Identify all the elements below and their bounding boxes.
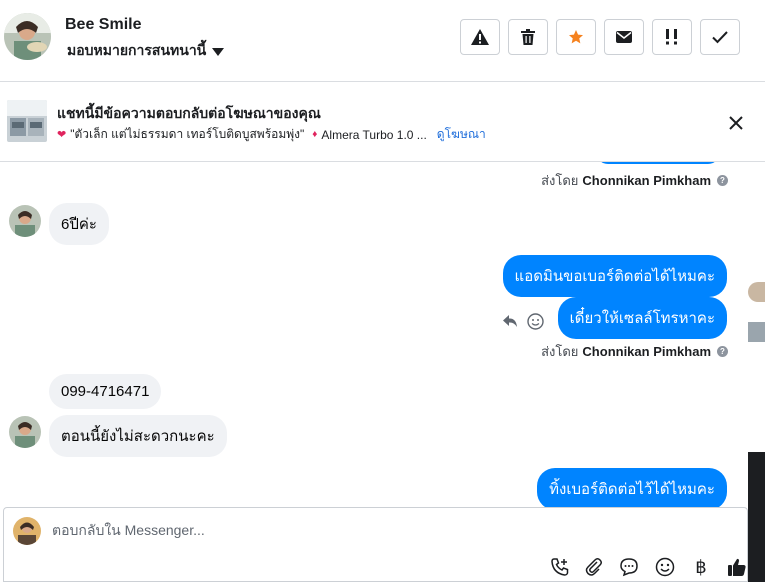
agent-avatar	[13, 517, 41, 545]
ad-quote: "ตัวเล็ก แต่ไม่ธรรมดา เทอร์โบติดบูสพร้อม…	[70, 127, 305, 141]
emoji-picker-icon[interactable]	[653, 555, 677, 579]
reply-icon[interactable]	[502, 314, 518, 333]
add-call-icon[interactable]	[548, 555, 572, 579]
emoji-icon[interactable]	[527, 313, 544, 335]
car-icon: ♦	[312, 129, 318, 140]
assign-label: มอบหมายการสนทนานี้	[67, 42, 207, 58]
ad-thumbnail[interactable]	[7, 100, 47, 142]
contact-avatar-small	[9, 205, 41, 237]
contact-avatar[interactable]	[4, 13, 51, 60]
speech-bubble-icon[interactable]	[617, 555, 641, 579]
info-icon[interactable]: ?	[717, 346, 728, 357]
mark-unread-button[interactable]	[604, 19, 644, 55]
message-composer: ฿	[3, 507, 748, 582]
cut-off-outgoing-bubble	[596, 162, 720, 164]
baht-icon[interactable]: ฿	[689, 555, 713, 579]
thumbs-up-icon[interactable]	[725, 555, 749, 579]
star-icon	[569, 30, 583, 44]
follow-up-button[interactable]	[652, 19, 692, 55]
incoming-message[interactable]: ตอนนี้ยังไม่สะดวกนะคะ	[49, 415, 227, 457]
sent-by-label: ส่งโดย Chonnikan Pimkham ?	[541, 341, 728, 362]
ad-reply-banner: แชทนี้มีข้อความตอบกลับต่อโฆษณาของคุณ ❤ "…	[0, 82, 765, 162]
report-spam-button[interactable]	[460, 19, 500, 55]
envelope-icon	[616, 31, 632, 43]
ad-quote-tail: Almera Turbo 1.0 ...	[321, 127, 427, 142]
outgoing-message[interactable]: ทิ้งเบอร์ติดต่อไว้ได้ไหมคะ	[537, 468, 727, 507]
close-icon	[729, 116, 743, 130]
side-panel-peek	[746, 162, 765, 582]
delete-button[interactable]	[508, 19, 548, 55]
outgoing-message[interactable]: เดี๋ยวให้เซลล์โทรหาคะ	[557, 297, 727, 339]
mark-done-button[interactable]	[700, 19, 740, 55]
alert-icon	[471, 29, 489, 45]
ad-banner-description: ❤ "ตัวเล็ก แต่ไม่ธรรมดา เทอร์โบติดบูสพร้…	[57, 125, 486, 144]
conversation-header: Bee Smile มอบหมายการสนทนานี้	[0, 0, 765, 82]
chevron-down-icon	[212, 47, 225, 56]
message-thread[interactable]: ส่งโดย Chonnikan Pimkham ? 6ปีค่ะ แอดมิน…	[0, 162, 748, 507]
dark-panel	[748, 452, 765, 582]
contact-name: Bee Smile	[65, 16, 142, 33]
star-button[interactable]	[556, 19, 596, 55]
avatar	[748, 282, 765, 302]
close-banner-button[interactable]	[726, 113, 746, 133]
info-icon[interactable]: ?	[717, 175, 728, 186]
ad-banner-title: แชทนี้มีข้อความตอบกลับต่อโฆษณาของคุณ	[57, 105, 321, 121]
contact-avatar-small	[9, 416, 41, 448]
reply-input[interactable]	[52, 522, 692, 538]
view-ad-link[interactable]: ดูโฆษณา	[437, 125, 486, 144]
heart-icon: ❤	[57, 129, 67, 141]
attachment-icon[interactable]	[582, 555, 606, 579]
trash-icon	[521, 29, 535, 45]
assign-conversation-dropdown[interactable]: มอบหมายการสนทนานี้	[67, 40, 225, 62]
incoming-message[interactable]: 099-4716471	[49, 374, 162, 409]
check-icon	[712, 31, 728, 44]
exclamation-icon	[666, 29, 677, 45]
thumbnail	[748, 322, 765, 342]
incoming-message[interactable]: 6ปีค่ะ	[49, 203, 109, 245]
sent-by-label: ส่งโดย Chonnikan Pimkham ?	[541, 170, 728, 191]
outgoing-message[interactable]: แอดมินขอเบอร์ติดต่อได้ไหมคะ	[502, 255, 727, 297]
